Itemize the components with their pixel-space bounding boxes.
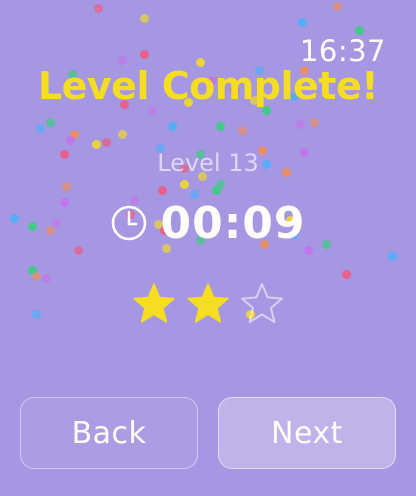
star-empty-icon bbox=[241, 283, 283, 323]
confetti-dot bbox=[92, 140, 101, 149]
confetti-dot bbox=[140, 50, 149, 59]
star-filled-icon bbox=[133, 283, 175, 323]
confetti-dot bbox=[216, 122, 225, 131]
confetti-dot bbox=[168, 122, 177, 131]
elapsed-time-value: 00:09 bbox=[160, 197, 306, 249]
star-rating bbox=[0, 281, 416, 331]
confetti-dot bbox=[28, 266, 37, 275]
status-clock: 16:37 bbox=[299, 34, 386, 68]
star-filled-icon bbox=[187, 283, 229, 323]
back-button[interactable]: Back bbox=[20, 397, 198, 469]
confetti-dot bbox=[298, 18, 307, 27]
confetti-dot bbox=[388, 252, 397, 261]
confetti-dot bbox=[46, 118, 55, 127]
level-complete-title: Level Complete! bbox=[37, 64, 379, 108]
confetti-dot bbox=[102, 138, 111, 147]
confetti-dot bbox=[70, 130, 79, 139]
confetti-dot bbox=[158, 186, 167, 195]
confetti-dot bbox=[62, 182, 71, 191]
confetti-dot bbox=[212, 186, 221, 195]
level-number-label: Level 13 bbox=[157, 149, 259, 177]
confetti-dot bbox=[310, 118, 319, 127]
confetti-dot bbox=[342, 270, 351, 279]
confetti-dot bbox=[66, 136, 75, 145]
confetti-dot bbox=[216, 180, 225, 189]
confetti-dot bbox=[296, 120, 305, 129]
confetti-dot bbox=[180, 180, 189, 189]
confetti-dot bbox=[118, 130, 127, 139]
confetti-dot bbox=[333, 2, 342, 11]
confetti-dot bbox=[238, 126, 247, 135]
confetti-dot bbox=[140, 14, 149, 23]
stopwatch-icon bbox=[112, 205, 147, 241]
confetti-dot bbox=[32, 272, 41, 281]
confetti-dot bbox=[94, 4, 103, 13]
confetti-dot bbox=[36, 124, 45, 133]
next-button[interactable]: Next bbox=[218, 397, 396, 469]
completion-time: 00:09 bbox=[0, 195, 416, 251]
